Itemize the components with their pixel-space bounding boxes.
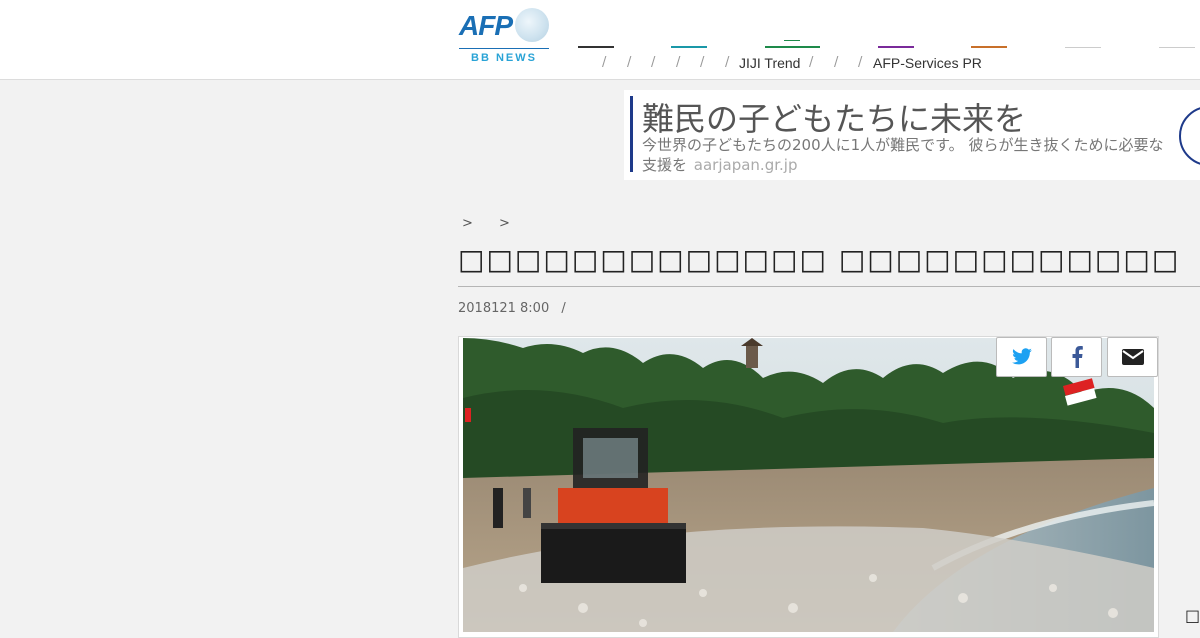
article-title: □□□□□□□□□□□□□ □□□□□□□□□□□□ <box>458 243 1181 276</box>
ad-description: 今世界の子どもたちの200人に1人が難民です。 彼らが生き抜くために必要な支援を… <box>642 135 1172 175</box>
nav-bar-2[interactable] <box>671 46 707 48</box>
breadcrumb-separator: > <box>462 216 473 231</box>
nav-separator: / <box>700 55 705 70</box>
email-icon <box>1121 349 1144 365</box>
nav-separator: / <box>627 55 632 70</box>
site-header: AFP BB NEWS / / / / / / JIJI Trend / / /… <box>0 0 1200 80</box>
ad-arrow-button[interactable] <box>1179 106 1200 166</box>
nav-separator: / <box>809 55 814 70</box>
title-divider <box>458 286 1200 287</box>
nav-item-jiji-trend[interactable]: JIJI Trend <box>739 55 800 71</box>
nav-separator: / <box>676 55 681 70</box>
nav-bar-3-mark <box>784 40 800 41</box>
facebook-share-button[interactable] <box>1051 337 1102 377</box>
nav-separator: / <box>725 55 730 70</box>
nav-separator: / <box>651 55 656 70</box>
beach-cleanup-photo <box>463 338 1154 632</box>
meta-separator: / <box>561 301 566 316</box>
nav-bar-5[interactable] <box>971 46 1007 48</box>
nav-item-afp-services-pr[interactable]: AFP-Services PR <box>873 55 982 71</box>
nav-separator: / <box>602 55 607 70</box>
twitter-icon <box>1011 348 1032 365</box>
twitter-share-button[interactable] <box>996 337 1047 377</box>
corner-glyph: □□ <box>1185 606 1200 625</box>
nav-bar-3[interactable] <box>765 46 820 48</box>
ad-url[interactable]: aarjapan.gr.jp <box>694 156 798 174</box>
ad-title[interactable]: 難民の子どもたちに未来を <box>642 94 1026 140</box>
globe-icon <box>515 8 549 42</box>
breadcrumb: > > <box>462 216 532 231</box>
article-photo[interactable] <box>463 338 1154 632</box>
nav-separator: / <box>834 55 839 70</box>
logo-afp-text: AFP <box>459 10 513 41</box>
afp-bb-news-logo[interactable]: AFP BB NEWS <box>459 8 549 64</box>
breadcrumb-separator: > <box>499 216 510 231</box>
nav-bar-1[interactable] <box>578 46 614 48</box>
logo-subtitle: BB NEWS <box>471 52 537 64</box>
article-date: 2018121 8:00 <box>458 301 550 316</box>
article-meta: 2018121 8:00 / <box>458 301 566 316</box>
email-share-button[interactable] <box>1107 337 1158 377</box>
nav-separator: / <box>858 55 863 70</box>
ad-banner[interactable]: 難民の子どもたちに未来を 今世界の子どもたちの200人に1人が難民です。 彼らが… <box>624 90 1200 180</box>
facebook-icon <box>1072 346 1083 368</box>
nav-bar-7[interactable] <box>1159 47 1195 48</box>
nav-bar-4[interactable] <box>878 46 914 48</box>
ad-accent-bar <box>630 96 633 172</box>
logo-divider <box>459 48 549 49</box>
nav-bar-6[interactable] <box>1065 47 1101 48</box>
article-photo-frame <box>458 336 1159 638</box>
